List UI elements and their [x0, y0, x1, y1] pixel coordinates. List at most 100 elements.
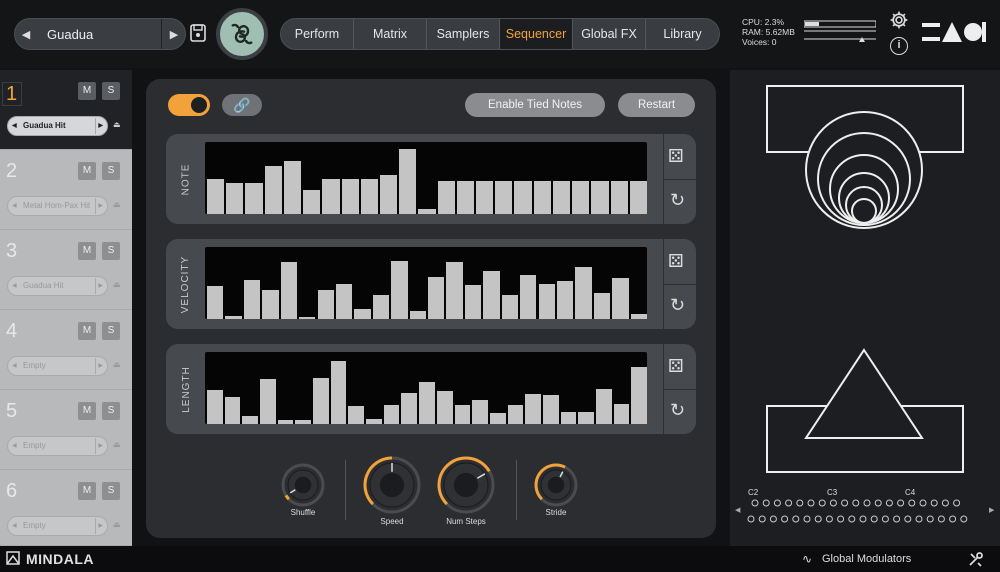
step-bar[interactable] [354, 309, 371, 319]
preset-selector[interactable]: ◀ Guadua ▶ [14, 18, 186, 50]
key-dot[interactable] [803, 515, 811, 523]
step-bar[interactable] [341, 178, 359, 214]
step-bar[interactable] [542, 395, 559, 424]
step-bar[interactable] [507, 404, 524, 424]
step-bar[interactable] [446, 261, 463, 319]
num-steps-knob[interactable] [436, 455, 496, 515]
step-bar[interactable] [242, 415, 259, 424]
key-dot[interactable] [960, 515, 968, 523]
step-bar[interactable] [264, 166, 282, 214]
step-bar[interactable] [379, 174, 398, 214]
next-sample-arrow-icon[interactable]: ▶ [98, 117, 103, 135]
step-bar[interactable] [299, 317, 316, 319]
step-bar[interactable] [556, 280, 574, 319]
step-bar[interactable] [476, 181, 494, 214]
keyboard-left-arrow-icon[interactable]: ◀ [735, 506, 740, 514]
step-bar[interactable] [207, 178, 225, 214]
key-dot[interactable] [859, 515, 867, 523]
solo-button[interactable]: S [102, 82, 120, 100]
reset-refresh-icon[interactable]: ↻ [670, 400, 685, 421]
keyboard-dots[interactable] [730, 486, 1000, 536]
step-bar[interactable] [226, 182, 244, 214]
tab-samplers[interactable]: Samplers [427, 19, 500, 49]
step-bar[interactable] [303, 190, 321, 214]
step-bar[interactable] [610, 181, 628, 214]
step-bar[interactable] [399, 149, 417, 214]
next-sample-arrow-icon[interactable]: ▶ [98, 197, 103, 215]
key-dot[interactable] [758, 515, 766, 523]
length-step-grid[interactable] [205, 352, 647, 424]
step-bar[interactable] [483, 271, 500, 319]
speed-knob[interactable] [362, 455, 422, 515]
settings-gear-icon[interactable] [889, 10, 909, 30]
prev-sample-arrow-icon[interactable]: ◀ [12, 517, 17, 535]
step-bar[interactable] [489, 413, 506, 424]
prev-sample-arrow-icon[interactable]: ◀ [12, 197, 17, 215]
tab-sequencer[interactable]: Sequencer [500, 19, 573, 49]
key-dot[interactable] [785, 499, 793, 507]
step-bar[interactable] [613, 403, 630, 424]
step-bar[interactable] [372, 295, 390, 319]
note-step-grid[interactable] [205, 142, 647, 214]
step-bar[interactable] [595, 388, 612, 424]
solo-button[interactable]: S [102, 162, 120, 180]
prev-sample-arrow-icon[interactable]: ◀ [12, 437, 17, 455]
mute-button[interactable]: M [78, 482, 96, 500]
prev-sample-arrow-icon[interactable]: ◀ [12, 277, 17, 295]
step-bar[interactable] [207, 390, 223, 424]
sample-selector[interactable]: ◀ Empty ▶ [7, 516, 108, 536]
key-dot[interactable] [926, 515, 934, 523]
stride-knob[interactable] [533, 462, 579, 508]
step-bar[interactable] [322, 178, 340, 214]
next-preset-arrow-icon[interactable]: ▶ [163, 19, 185, 49]
mute-button[interactable]: M [78, 82, 96, 100]
sample-selector[interactable]: ◀ Empty ▶ [7, 356, 108, 376]
keyboard-right-arrow-icon[interactable]: ▶ [989, 506, 994, 514]
step-bar[interactable] [631, 366, 647, 424]
key-dot[interactable] [953, 499, 961, 507]
shuffle-knob[interactable] [280, 462, 326, 508]
step-bar[interactable] [525, 394, 541, 424]
key-dot[interactable] [949, 515, 957, 523]
modulator-wave-icon[interactable]: ∿ [802, 552, 812, 566]
step-bar[interactable] [538, 283, 555, 319]
step-bar[interactable] [330, 361, 347, 424]
key-dot[interactable] [874, 499, 882, 507]
sampler-slot-3[interactable]: 3 M S ◀ Guadua Hit ▶ ⏏ [0, 230, 132, 310]
step-bar[interactable] [348, 406, 365, 424]
eject-icon[interactable]: ⏏ [113, 440, 121, 449]
step-bar[interactable] [224, 396, 241, 424]
restart-button[interactable]: Restart [618, 93, 695, 117]
tools-wrench-icon[interactable] [968, 551, 984, 567]
step-bar[interactable] [313, 377, 329, 424]
level-meter[interactable] [804, 20, 876, 44]
step-bar[interactable] [409, 310, 426, 319]
key-dot[interactable] [937, 515, 945, 523]
step-bar[interactable] [560, 411, 577, 424]
step-bar[interactable] [383, 404, 400, 424]
randomize-dice-icon[interactable]: ⚄ [668, 146, 684, 167]
eject-icon[interactable]: ⏏ [113, 120, 121, 129]
mute-button[interactable]: M [78, 242, 96, 260]
step-bar[interactable] [207, 286, 224, 319]
step-bar[interactable] [572, 181, 590, 214]
key-dot[interactable] [915, 515, 923, 523]
step-bar[interactable] [262, 290, 279, 319]
key-dot[interactable] [852, 499, 860, 507]
key-dot[interactable] [762, 499, 770, 507]
step-bar[interactable] [578, 411, 594, 424]
sampler-slot-1[interactable]: 1 M S ◀ Guadua Hit ▶ ⏏ [0, 70, 132, 150]
key-dot[interactable] [919, 499, 927, 507]
reset-refresh-icon[interactable]: ↻ [670, 190, 685, 211]
step-bar[interactable] [520, 275, 537, 319]
sampler-slot-4[interactable]: 4 M S ◀ Empty ▶ ⏏ [0, 310, 132, 390]
step-bar[interactable] [418, 208, 436, 214]
key-dot[interactable] [893, 515, 901, 523]
key-dot[interactable] [885, 499, 893, 507]
reset-refresh-icon[interactable]: ↻ [670, 295, 685, 316]
info-icon[interactable]: i [890, 37, 908, 55]
step-bar[interactable] [283, 160, 302, 214]
eject-icon[interactable]: ⏏ [113, 360, 121, 369]
key-dot[interactable] [837, 515, 845, 523]
step-bar[interactable] [629, 181, 647, 214]
